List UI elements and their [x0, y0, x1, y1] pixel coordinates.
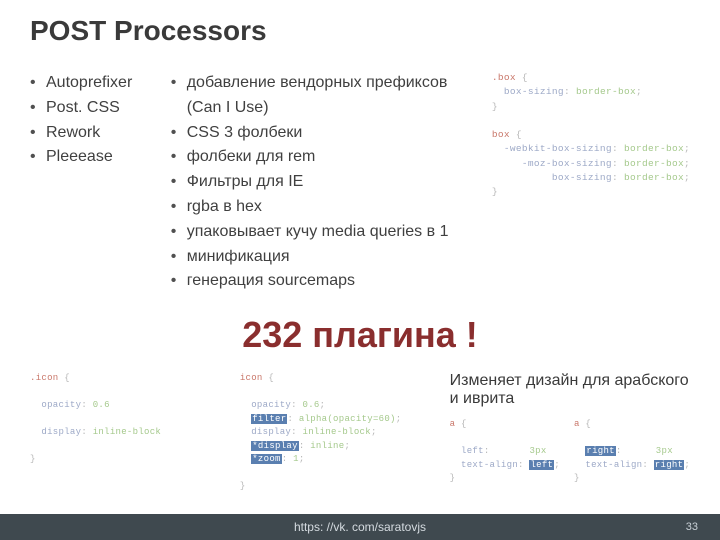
list-item: фолбеки для rem [171, 145, 470, 170]
list-item: CSS 3 фолбеки [171, 121, 470, 146]
code-example-input: .icon { opacity: 0.6 display: inline-blo… [30, 372, 224, 494]
footer-link[interactable]: https: //vk. com/saratovjs [294, 520, 426, 534]
list-item: упаковывает кучу media queries в 1 [171, 220, 470, 245]
list-item: rgba в hex [171, 195, 470, 220]
code-example-rtl-in: a { left: 3px text-align: left; } [450, 418, 560, 486]
slide: POST Processors Autoprefixer Post. CSS R… [0, 0, 720, 540]
page-number: 33 [686, 521, 698, 533]
list-item: добавление вендорных префиксов (Can I Us… [171, 71, 470, 121]
plugins-count: 232 плагина ! [30, 314, 690, 356]
list-item: Фильтры для IE [171, 170, 470, 195]
list-item: генерация sourcemaps [171, 269, 470, 294]
slide-title: POST Processors [30, 15, 690, 47]
top-row: Autoprefixer Post. CSS Rework Pleeease д… [30, 71, 690, 294]
list-item: минификация [171, 245, 470, 270]
list-item: Autoprefixer [30, 71, 149, 96]
list-item: Rework [30, 121, 149, 146]
footer-bar: https: //vk. com/saratovjs 33 [0, 514, 720, 540]
rtl-example: Изменяет дизайн для арабского и иврита a… [450, 372, 690, 494]
code-example-rtl-out: a { right: 3px text-align: right; } [574, 418, 690, 486]
features-list: добавление вендорных префиксов (Can I Us… [171, 71, 470, 294]
bottom-code-row: .icon { opacity: 0.6 display: inline-blo… [30, 372, 690, 494]
code-example-output: icon { opacity: 0.6; filter: alpha(opaci… [240, 372, 434, 494]
tools-list: Autoprefixer Post. CSS Rework Pleeease [30, 71, 149, 294]
list-item: Pleeease [30, 145, 149, 170]
code-example-right: .box { box-sizing: border-box; } box { -… [492, 71, 690, 294]
rtl-note: Изменяет дизайн для арабского и иврита [450, 372, 690, 408]
list-item: Post. CSS [30, 96, 149, 121]
